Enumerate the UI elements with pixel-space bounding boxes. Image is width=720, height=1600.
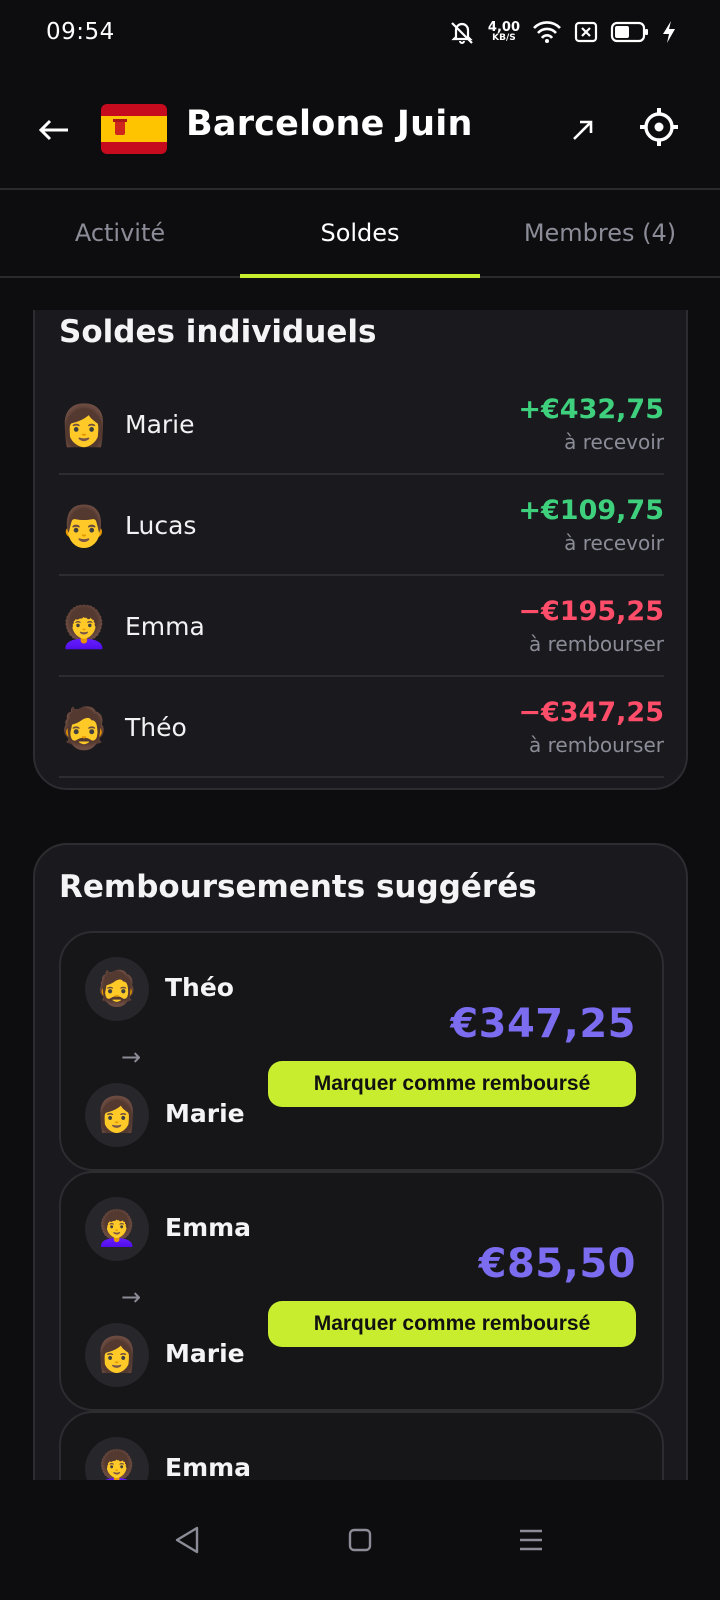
status-icons: 4,00 KB/S (448, 19, 676, 45)
repayment-item: 👩‍🦱 Emma → 👩 Marie €85,50 Marquer comme … (59, 1171, 664, 1411)
avatar: 🧔 (85, 957, 149, 1021)
balances-content[interactable]: Soldes individuels 👩 Marie +€432,75 à re… (0, 310, 720, 1480)
settings-icon (640, 108, 678, 146)
member-name: Marie (125, 410, 195, 439)
status-bar: 09:54 4,00 KB/S (0, 0, 720, 64)
repayment-amount: €85,50 (478, 1241, 636, 1287)
member-name: Emma (125, 612, 205, 641)
payer-name: Emma (165, 1453, 252, 1480)
balance-status: à rembourser (529, 632, 664, 656)
member-name: Théo (125, 713, 187, 742)
settings-button[interactable] (636, 104, 682, 150)
avatar: 👩‍🦱 (85, 1197, 149, 1261)
balance-row[interactable]: 👩‍🦱 Emma −€195,25 à rembourser (59, 576, 664, 677)
balance-amount: −€347,25 (518, 697, 664, 728)
group-header: Barcelone Juin (0, 78, 720, 178)
balance-row[interactable]: 👨 Lucas +€109,75 à recevoir (59, 475, 664, 576)
balance-status: à recevoir (564, 430, 664, 454)
repayment-item: 👩‍🦱 Emma (59, 1411, 664, 1480)
tab-soldes[interactable]: Soldes (240, 190, 480, 278)
mark-as-repaid-button[interactable]: Marquer comme remboursé (268, 1301, 636, 1347)
tab-activite[interactable]: Activité (0, 190, 240, 276)
avatar: 👩 (85, 1323, 149, 1387)
net-speed-unit: KB/S (492, 33, 516, 43)
individual-balances-card: Soldes individuels 👩 Marie +€432,75 à re… (33, 310, 688, 790)
tab-membres[interactable]: Membres (4) (480, 190, 720, 276)
payee-name: Marie (165, 1339, 245, 1368)
menu-lines-icon (520, 1529, 542, 1551)
avatar: 🧔 (59, 706, 109, 752)
nav-home-button[interactable] (340, 1520, 380, 1560)
balance-row[interactable]: 👩 Marie +€432,75 à recevoir (59, 374, 664, 475)
suggested-repayments-title: Remboursements suggérés (59, 869, 537, 905)
balance-status: à recevoir (564, 531, 664, 555)
payer-name: Emma (165, 1213, 252, 1242)
status-time: 09:54 (46, 19, 115, 45)
system-nav-bar (0, 1480, 720, 1600)
tab-bar: Activité Soldes Membres (4) (0, 188, 720, 278)
balance-amount: +€109,75 (518, 495, 664, 526)
balance-status: à rembourser (529, 733, 664, 757)
balance-row[interactable]: 🧔 Théo −€347,25 à rembourser (59, 677, 664, 778)
balance-amount: −€195,25 (518, 596, 664, 627)
share-button[interactable] (565, 112, 601, 148)
charging-icon (662, 20, 676, 44)
avatar: 👩 (59, 403, 109, 449)
back-button[interactable] (34, 110, 74, 150)
suggested-repayments-card: Remboursements suggérés 🧔 Théo → 👩 Marie… (33, 843, 688, 1480)
back-triangle-icon (175, 1526, 199, 1554)
repayment-item: 🧔 Théo → 👩 Marie €347,25 Marquer comme r… (59, 931, 664, 1171)
battery-icon (610, 20, 650, 44)
payer-name: Théo (165, 973, 234, 1002)
mark-as-repaid-button[interactable]: Marquer comme remboursé (268, 1061, 636, 1107)
home-square-icon (348, 1528, 372, 1552)
nav-menu-button[interactable] (511, 1520, 551, 1560)
member-name: Lucas (125, 511, 197, 540)
share-arrow-icon (573, 120, 593, 140)
balance-amount: +€432,75 (518, 394, 664, 425)
back-arrow-icon (38, 119, 68, 141)
sim-icon (574, 20, 598, 44)
spain-flag (101, 104, 167, 154)
arrow-icon: → (121, 1283, 142, 1311)
repayment-amount: €347,25 (450, 1001, 636, 1047)
mute-icon (448, 19, 476, 45)
avatar: 👩‍🦱 (85, 1437, 149, 1480)
arrow-icon: → (121, 1043, 142, 1071)
avatar: 👩 (85, 1083, 149, 1147)
nav-back-button[interactable] (167, 1520, 207, 1560)
group-title: Barcelone Juin (186, 104, 473, 144)
net-speed: 4,00 KB/S (488, 21, 520, 43)
payee-name: Marie (165, 1099, 245, 1128)
avatar: 👩‍🦱 (59, 605, 109, 651)
individual-balances-title: Soldes individuels (59, 314, 377, 350)
avatar: 👨 (59, 504, 109, 550)
wifi-icon (532, 20, 562, 44)
